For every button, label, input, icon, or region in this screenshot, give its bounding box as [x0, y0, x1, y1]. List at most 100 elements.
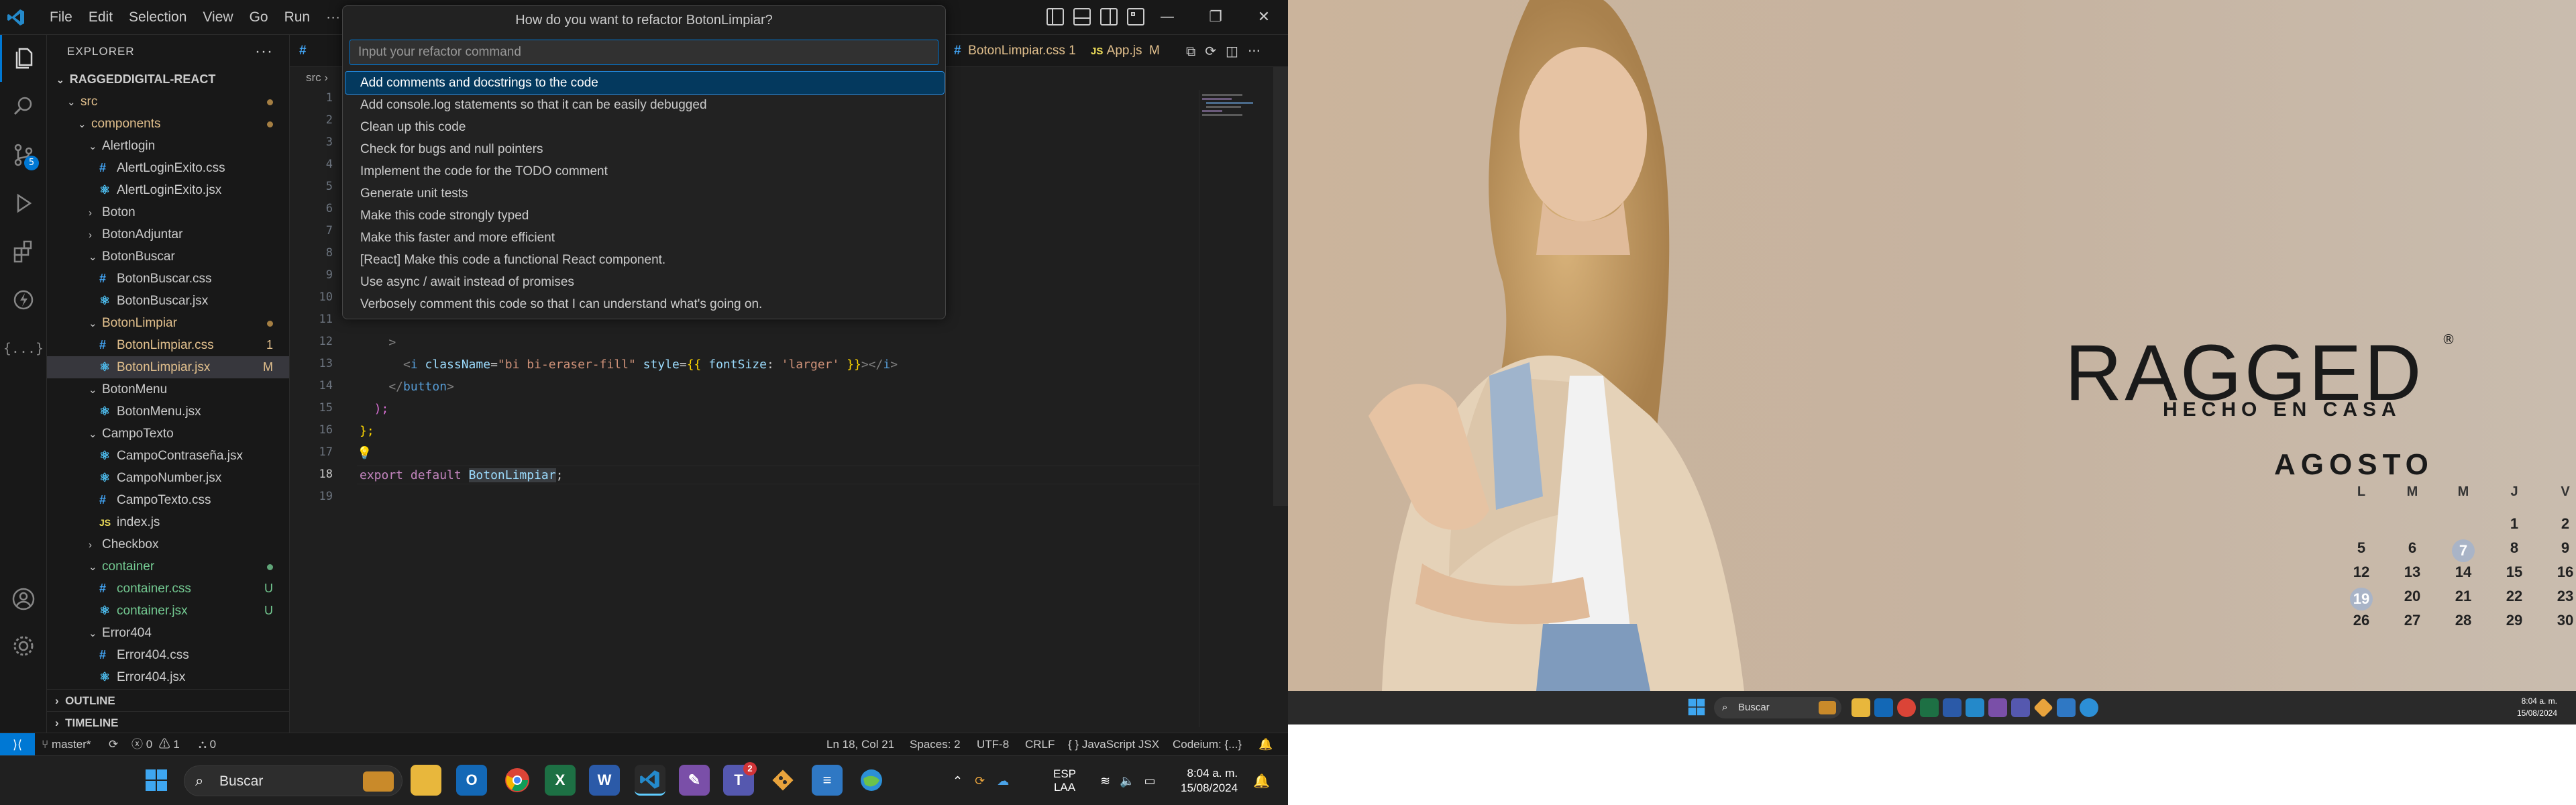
split-editor-icon[interactable]: ◫ [1226, 43, 1238, 59]
language-indicator[interactable]: ESP LAA [1053, 756, 1076, 805]
windows-start-icon[interactable] [1688, 698, 1707, 717]
notification-bell-icon[interactable]: 🔔 [1253, 756, 1270, 805]
sync-tray-icon[interactable]: ⟳ [975, 774, 985, 788]
chevron-up-icon[interactable]: ⌃ [953, 774, 963, 788]
json-icon[interactable]: {...} [0, 325, 47, 372]
teams-icon[interactable] [2011, 698, 2030, 717]
app-icon[interactable] [1988, 698, 2007, 717]
vscode-taskbar-icon[interactable] [1966, 698, 1984, 717]
toggle-panel-icon[interactable] [1073, 8, 1091, 25]
quick-settings[interactable]: ≋ 🔈 ▭ [1100, 756, 1156, 805]
end-of-line[interactable]: CRLF [1025, 733, 1055, 756]
file-item[interactable]: # BotonBuscar.css [47, 268, 289, 290]
toggle-primary-sidebar-icon[interactable] [1046, 8, 1064, 25]
teams-icon[interactable]: T2 [723, 762, 757, 796]
remote-indicator-icon[interactable]: ⟩⟨ [0, 733, 35, 756]
folder-item[interactable]: ⌄ BotonMenu [47, 378, 289, 400]
refactor-option[interactable]: Verbosely comment this code so that I ca… [345, 293, 944, 315]
tab-botonlimpiar-css[interactable]: # BotonLimpiar.css 1 [945, 35, 1085, 67]
windows-start-icon[interactable] [141, 765, 172, 796]
more-actions-icon[interactable]: ··· [1248, 43, 1260, 59]
chrome-icon[interactable] [1897, 698, 1916, 717]
file-item[interactable]: ⚛ BotonBuscar.jsx [47, 290, 289, 312]
run-debug-icon[interactable] [0, 180, 47, 227]
sync-icon[interactable]: ⟳ [109, 733, 118, 756]
browser-icon[interactable] [856, 765, 887, 796]
refactor-option[interactable]: [React] Make this code a functional Reac… [345, 249, 944, 271]
minimap[interactable] [1194, 90, 1268, 170]
customize-layout-icon[interactable] [1127, 8, 1144, 25]
more-actions-icon[interactable]: ··· [255, 35, 273, 68]
restore-icon[interactable]: ❐ [1191, 0, 1240, 35]
project-root[interactable]: ⌄ RAGGEDDIGITAL-REACT [47, 68, 289, 91]
file-item[interactable]: # AlertLoginExito.css [47, 157, 289, 179]
file-item[interactable]: JS index.js [47, 511, 289, 533]
account-icon[interactable] [0, 576, 47, 623]
word-icon[interactable] [1943, 698, 1962, 717]
codeium-status[interactable]: Codeium: {...} [1173, 733, 1242, 756]
refactor-option[interactable]: Generate unit tests [345, 182, 944, 205]
file-item[interactable]: ⚛ BotonLimpiar.jsx M [47, 356, 289, 378]
folder-item[interactable]: ⌄ components [47, 113, 289, 135]
browser-icon[interactable] [2080, 698, 2098, 717]
git-app-icon[interactable] [767, 765, 798, 796]
codeium-icon[interactable] [0, 276, 47, 323]
timeline-section[interactable]: › TIMELINE [47, 711, 290, 733]
word-icon[interactable]: W [589, 765, 620, 796]
outlook-icon[interactable]: O [456, 765, 487, 796]
excel-icon[interactable] [1920, 698, 1939, 717]
notifications-bell-icon[interactable]: 🔔 [1258, 733, 1273, 756]
folder-item[interactable]: ⌄ Alertlogin [47, 135, 289, 157]
file-explorer-icon[interactable] [411, 765, 441, 796]
menu-view[interactable]: View [195, 0, 241, 35]
vscode-logo-icon[interactable] [7, 8, 25, 27]
source-control-icon[interactable]: 5 [0, 131, 47, 178]
file-item[interactable]: # CampoTexto.css [47, 489, 289, 511]
refactor-option[interactable]: Make this code strongly typed [345, 205, 944, 227]
search-icon[interactable] [0, 83, 47, 130]
app-icon[interactable]: ✎ [679, 765, 710, 796]
clock[interactable]: 8:04 a. m. 15/08/2024 [2517, 695, 2557, 719]
git-app-icon[interactable] [2033, 698, 2053, 718]
outlook-icon[interactable] [1874, 698, 1893, 717]
toggle-secondary-sidebar-icon[interactable] [1100, 8, 1118, 25]
folder-item[interactable]: ⌄ container [47, 555, 289, 578]
file-item[interactable]: ⚛ AlertLoginExito.jsx [47, 179, 289, 201]
encoding[interactable]: UTF-8 [977, 733, 1009, 756]
minimize-icon[interactable]: — [1143, 0, 1191, 35]
folder-item[interactable]: › BotonAdjuntar [47, 223, 289, 246]
file-item[interactable]: ⚛ CampoContraseña.jsx [47, 445, 289, 467]
folder-item[interactable]: › Checkbox [47, 533, 289, 555]
refactor-option[interactable]: Add console.log statements so that it ca… [345, 94, 944, 116]
refactor-option[interactable]: Use async / await instead of promises [345, 271, 944, 293]
run-icon[interactable]: ⟳ [1205, 43, 1216, 59]
clock[interactable]: 8:04 a. m. 15/08/2024 [1181, 756, 1238, 805]
menu-go[interactable]: Go [241, 0, 276, 35]
folder-item[interactable]: ⌄ BotonBuscar [47, 246, 289, 268]
refactor-command-input[interactable] [350, 40, 938, 65]
refactor-option[interactable]: Make this faster and more efficient [345, 227, 944, 249]
breadcrumb[interactable]: src › [306, 71, 328, 85]
tab-app-js[interactable]: JS App.js M [1081, 35, 1169, 67]
folder-item[interactable]: ⌄ src [47, 91, 289, 113]
diff-icon[interactable]: ⧉ [1186, 43, 1195, 59]
settings-gear-icon[interactable] [0, 623, 47, 669]
taskbar-search[interactable]: ⌕ Buscar [184, 765, 402, 796]
problems-indicator[interactable]: ⓧ 0 ⚠ 1 [131, 733, 180, 756]
explorer-icon[interactable] [0, 35, 47, 82]
folder-item[interactable]: › Boton [47, 201, 289, 223]
file-item[interactable]: ⚛ container.jsx U [47, 600, 289, 622]
file-item[interactable]: # Error404.css [47, 644, 289, 666]
chrome-icon[interactable] [502, 765, 533, 796]
close-icon[interactable]: ✕ [1240, 0, 1288, 35]
file-item[interactable]: ⚛ Error404.jsx [47, 666, 289, 688]
onedrive-icon[interactable]: ☁ [997, 774, 1009, 788]
outline-section[interactable]: › OUTLINE [47, 689, 290, 711]
vscode-taskbar-icon[interactable] [635, 765, 665, 796]
notepad-icon[interactable]: ≡ [812, 765, 843, 796]
ports-indicator[interactable]: ⛬ 0 [199, 733, 216, 756]
editor-scrollbar[interactable] [1273, 67, 1288, 506]
tab-hidden[interactable]: # [290, 35, 316, 67]
file-item[interactable]: ⚛ BotonMenu.jsx [47, 400, 289, 423]
file-item[interactable]: # container.css U [47, 578, 289, 600]
